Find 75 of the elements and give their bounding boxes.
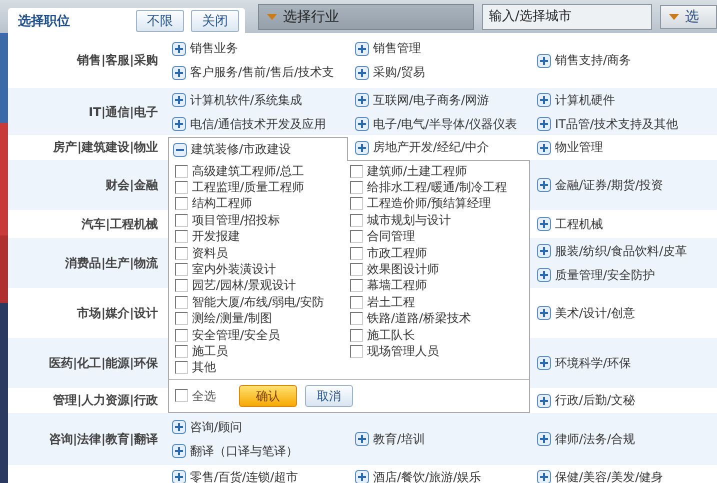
category-label: 咨询|法律|教育|翻译 [48,430,158,448]
category-label: 房产|建筑建设|物业 [53,139,158,156]
option-checkbox[interactable]: 幕墙工程师 [350,278,529,294]
subcategory-item[interactable]: 物业管理 [537,136,717,160]
header-button[interactable]: 关闭 [191,10,239,32]
option-checkbox[interactable]: 工程造价师/预结算经理 [350,196,529,212]
option-checkbox[interactable]: 现场管理人员 [350,343,529,360]
caret-icon [669,14,680,20]
subcategory-item[interactable]: 金融/证券/期货/投资 [537,173,717,197]
option-checkbox[interactable]: 给排水工程/暖通/制冷工程 [350,179,529,196]
option-checkbox[interactable]: 合同管理 [350,228,529,245]
search-button[interactable]: 选 [660,4,717,28]
category-label: 管理|人力资源|行政 [53,392,158,409]
industry-dropdown[interactable]: 选择行业 [258,4,474,30]
subcategory-item[interactable]: IT品管/技术支持及其他 [537,112,717,135]
subcategory-item[interactable]: 计算机硬件 [537,88,717,112]
subcategory-item[interactable]: 行政/后勤/文秘 [537,388,717,412]
subcategory-item[interactable]: 酒店/餐饮/旅游/娱乐 [355,465,533,483]
option-checkbox[interactable]: 建筑师/土建工程师 [350,163,529,180]
subcategory-item[interactable]: 教育/培训 [355,427,533,451]
option-checkbox[interactable]: 城市规划与设计 [350,212,529,229]
option-checkbox[interactable]: 室内外装潢设计 [175,261,350,278]
category-label: 销售|客服|采购 [77,52,158,69]
option-checkbox[interactable]: 铁路/道路/桥梁技术 [350,310,529,327]
confirm-button[interactable]: 确认 [239,385,297,407]
category-label: 市场|媒介|设计 [77,304,158,322]
subcategory-item[interactable]: 咨询/顾问 [172,415,351,439]
category-label: IT|通信|电子 [88,104,158,120]
option-checkbox[interactable]: 其他 [175,360,350,376]
subcategory-item[interactable]: 律师/法务/合规 [537,427,717,451]
option-checkbox[interactable]: 安全管理/安全员 [175,326,350,344]
option-checkbox[interactable]: 资料员 [175,244,350,262]
expanded-category-tab[interactable]: 建筑装修/市政建设 [168,137,348,161]
city-field[interactable]: 输入/选择城市 [482,4,652,30]
subcategory-item[interactable]: 美术/设计/创意 [537,301,717,325]
option-checkbox[interactable]: 市政工程师 [350,244,529,262]
select-all-checkbox[interactable]: 全选 [175,388,239,404]
category-label: 财会|金融 [106,176,158,194]
option-checkbox[interactable]: 项目管理/招投标 [175,212,350,229]
category-label: 汽车|工程机械 [82,216,158,232]
dialog-title: 选择职位 [18,12,71,30]
dropdown-label: 选择行业 [283,8,339,26]
option-checkbox[interactable]: 岩土工程 [350,294,529,311]
subcategory-item[interactable]: 销售管理 [355,36,533,60]
cancel-button[interactable]: 取消 [305,385,353,407]
subcategory-item[interactable]: 翻译（口译与笔译） [172,439,351,463]
subcategory-item[interactable]: 服装/纺织/食品饮料/皮革 [537,239,717,263]
subcategory-item[interactable]: 采购/贸易 [355,60,533,84]
option-checkbox[interactable]: 智能大厦/布线/弱电/安防 [175,294,350,311]
subcategory-item[interactable]: 工程机械 [537,212,717,236]
subcategory-item[interactable]: 环境科学/环保 [537,351,717,375]
option-checkbox[interactable]: 测绘/测量/制图 [175,310,350,327]
subcategory-item[interactable]: 销售支持/商务 [537,48,717,72]
option-checkbox[interactable]: 施工队长 [350,326,529,344]
option-checkbox[interactable]: 工程监理/质量工程师 [175,179,350,196]
subcategory-item[interactable]: 房地产开发/经纪/中介 [355,136,533,160]
subcategory-item[interactable]: 零售/百货/连锁/超市 [172,465,351,483]
subcategory-item[interactable]: 质量管理/安全防护 [537,263,717,287]
header-button[interactable]: 不限 [136,10,184,32]
option-checkbox[interactable]: 园艺/园林/景观设计 [175,278,350,294]
subcategory-item[interactable]: 销售业务 [172,36,351,60]
subcategory-item[interactable]: 电子/电气/半导体/仪器仪表 [355,112,533,135]
subcategory-item[interactable]: 客户服务/售前/售后/技术支 [172,60,351,84]
option-checkbox[interactable]: 施工员 [175,343,350,360]
caret-icon [267,14,277,20]
subcategory-item[interactable]: 电信/通信技术开发及应用 [172,112,351,135]
option-checkbox[interactable]: 效果图设计师 [350,261,529,278]
subcategory-item[interactable]: 保健/美容/美发/健身 [537,465,717,483]
category-label: 医药|化工|能源|环保 [48,354,158,372]
option-checkbox[interactable]: 高级建筑工程师/总工 [175,163,350,180]
category-label: 消费品|生产|物流 [65,254,158,272]
option-checkbox[interactable]: 开发报建 [175,228,350,245]
subcategory-item[interactable]: 计算机软件/系统集成 [172,88,351,112]
option-checkbox[interactable]: 结构工程师 [175,196,350,212]
subcategory-item[interactable]: 互联网/电子商务/网游 [355,88,533,112]
